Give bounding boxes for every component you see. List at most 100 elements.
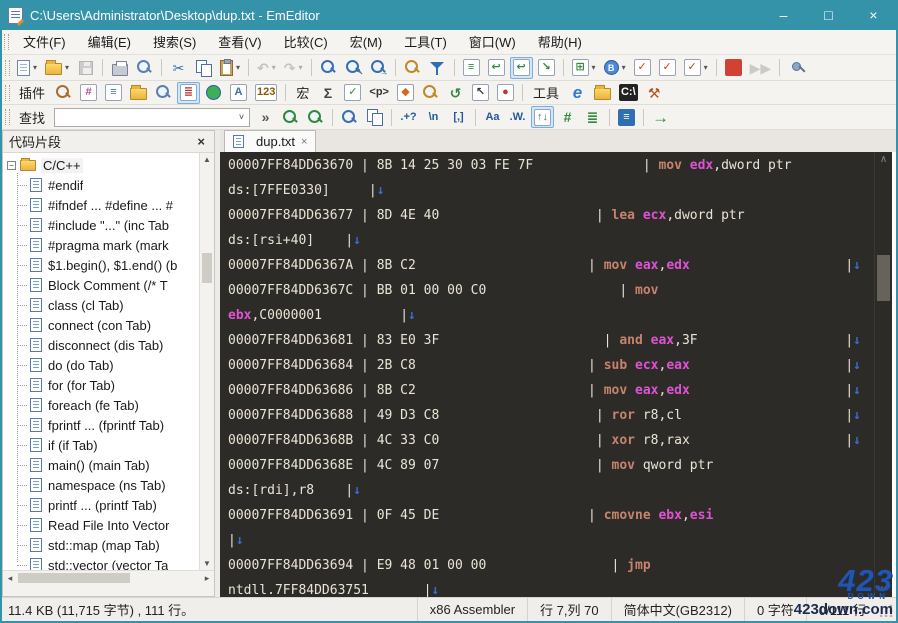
plugin-word-complete-button[interactable]: A [227, 82, 250, 104]
open-file-button-dropdown-icon[interactable]: ▾ [65, 63, 69, 72]
find-next-button[interactable]: → [367, 57, 390, 79]
scroll-up-icon[interactable]: ▲ [200, 155, 214, 164]
status-segment-0[interactable]: x86 Assembler [417, 598, 527, 621]
escape-sequence-toggle[interactable]: \n [422, 106, 445, 128]
open-folder-button[interactable] [591, 82, 614, 104]
menu-item-6[interactable]: 工具(T) [393, 30, 458, 55]
snippet-item-13[interactable]: if (if Tab) [3, 435, 199, 455]
print-button[interactable] [108, 57, 131, 79]
find-input-field[interactable] [55, 110, 234, 125]
snippet-item-19[interactable]: std::vector (vector Ta [3, 555, 199, 570]
undo-button[interactable]: ↶▾ [254, 57, 279, 79]
number-range-toggle[interactable]: [,] [447, 106, 470, 128]
new-file-button[interactable]: ▾ [14, 57, 40, 79]
snippet-item-12[interactable]: fprintf ... (fprintf Tab) [3, 415, 199, 435]
tab-close-icon[interactable]: × [301, 136, 307, 148]
find-button[interactable] [317, 57, 340, 79]
syntax-check-button[interactable]: ✓ [631, 57, 654, 79]
sidebar-horizontal-scrollbar[interactable]: ◂ ▸ [3, 570, 214, 585]
menu-item-4[interactable]: 比较(C) [273, 30, 339, 55]
overflow-chevron[interactable]: » [254, 106, 277, 128]
snippet-item-14[interactable]: main() (main Tab) [3, 455, 199, 475]
outline-button[interactable]: ⊞▾ [569, 57, 599, 79]
checkbox-options-button-dropdown-icon[interactable]: ▾ [704, 63, 708, 72]
tab-dup-txt[interactable]: dup.txt × [224, 130, 316, 152]
redo-button[interactable]: ↷▾ [281, 57, 306, 79]
close-button[interactable]: × [851, 0, 896, 30]
extract-matches-button[interactable] [363, 106, 386, 128]
minimize-button[interactable]: – [761, 0, 806, 30]
match-case-toggle[interactable]: Aa [481, 106, 504, 128]
snippet-item-8[interactable]: disconnect (dis Tab) [3, 335, 199, 355]
collapse-icon[interactable]: − [7, 161, 16, 170]
find-input[interactable]: ˅ [54, 108, 250, 127]
editor-scrollbar-thumb[interactable] [877, 255, 890, 301]
new-file-button-dropdown-icon[interactable]: ▾ [33, 63, 37, 72]
snippet-item-11[interactable]: foreach (fe Tab) [3, 395, 199, 415]
toolbar1-grip[interactable] [5, 60, 10, 76]
menu-item-5[interactable]: 宏(M) [339, 30, 394, 55]
record-macro-button[interactable] [722, 57, 745, 79]
snippet-item-10[interactable]: for (for Tab) [3, 375, 199, 395]
checkbox-options-button[interactable]: ✓▾ [681, 57, 711, 79]
status-segment-1[interactable]: 行 7,列 70 [527, 598, 611, 621]
copy-button[interactable] [192, 57, 215, 79]
encoding-button-dropdown-icon[interactable]: ▾ [622, 63, 626, 72]
combo-dropdown-icon[interactable]: ˅ [234, 112, 249, 122]
plugin-web-preview-button[interactable] [202, 82, 225, 104]
menu-item-1[interactable]: 编辑(E) [77, 30, 142, 55]
text-editor[interactable]: 00007FF84DD63670 | 8B 14 25 30 03 FE 7F … [220, 152, 874, 597]
undo-button-dropdown-icon[interactable]: ▾ [272, 63, 276, 72]
wrap-by-page-button[interactable]: ↘ [535, 57, 558, 79]
findbar-previous-button[interactable] [279, 106, 302, 128]
status-segment-4[interactable]: 0/111 行 [806, 598, 878, 621]
plugin-word-count-button[interactable]: 123 [252, 82, 280, 104]
snippet-item-16[interactable]: printf ... (printf Tab) [3, 495, 199, 515]
panel-close-icon[interactable]: × [194, 134, 208, 149]
title-bar[interactable]: C:\Users\Administrator\Desktop\dup.txt -… [2, 0, 896, 30]
syntax-check-all-button[interactable]: ✓ [656, 57, 679, 79]
pin-button[interactable] [785, 57, 808, 79]
maximize-button[interactable]: □ [806, 0, 851, 30]
menu-item-2[interactable]: 搜索(S) [142, 30, 207, 55]
wrap-by-window-button[interactable]: ↩ [510, 57, 533, 79]
plugin-find-bar-button[interactable] [152, 82, 175, 104]
paste-button-dropdown-icon[interactable]: ▾ [236, 63, 240, 72]
menubar-grip[interactable] [4, 34, 9, 50]
open-file-button[interactable]: ▾ [42, 57, 72, 79]
snippet-item-15[interactable]: namespace (ns Tab) [3, 475, 199, 495]
sidebar-hscrollbar-thumb[interactable] [18, 573, 130, 583]
jump-button[interactable]: → [649, 106, 672, 128]
regex-toggle[interactable]: .+? [397, 106, 420, 128]
toolbar2-grip[interactable] [5, 85, 10, 101]
cut-button[interactable]: ✂ [167, 57, 190, 79]
macro-sum-button[interactable]: Σ [316, 82, 339, 104]
findbar-grip[interactable] [5, 109, 10, 125]
editor-scroll-down-icon[interactable]: ∨ [875, 584, 892, 595]
find-previous-button[interactable]: ↖ [342, 57, 365, 79]
filter-lines-button[interactable]: ≣ [581, 106, 604, 128]
wrap-by-characters-button[interactable]: ↩ [485, 57, 508, 79]
run-macro-button[interactable]: ▶▶ [747, 57, 775, 79]
macro-find-button[interactable] [419, 82, 442, 104]
snippet-item-0[interactable]: #endif [3, 175, 199, 195]
plugin-explorer-button[interactable] [127, 82, 150, 104]
macro-paragraph-tag-button[interactable]: <p> [366, 82, 392, 104]
highlight-matches-button[interactable] [338, 106, 361, 128]
whole-word-toggle[interactable]: .W. [506, 106, 529, 128]
scroll-right-icon[interactable]: ▸ [200, 571, 214, 585]
macro-check-button[interactable]: ✓ [341, 82, 364, 104]
search-direction-toggle[interactable]: ↑↓ [531, 106, 554, 128]
scroll-left-icon[interactable]: ◂ [3, 571, 17, 585]
plugin-search-button[interactable] [52, 82, 75, 104]
filter-button[interactable] [426, 57, 449, 79]
plugin-snippets-button[interactable]: ≣ [177, 82, 200, 104]
menu-item-0[interactable]: 文件(F) [12, 30, 77, 55]
scroll-down-icon[interactable]: ▼ [200, 559, 214, 568]
encoding-button[interactable]: B▾ [601, 57, 629, 79]
display-settings-button[interactable]: ≡ [615, 106, 638, 128]
plugin-html-bar-button[interactable]: # [77, 82, 100, 104]
paste-button[interactable]: ▾ [217, 57, 243, 79]
snippet-root-folder[interactable]: − C/C++ [3, 155, 199, 175]
no-wrap-button[interactable]: ≡ [460, 57, 483, 79]
